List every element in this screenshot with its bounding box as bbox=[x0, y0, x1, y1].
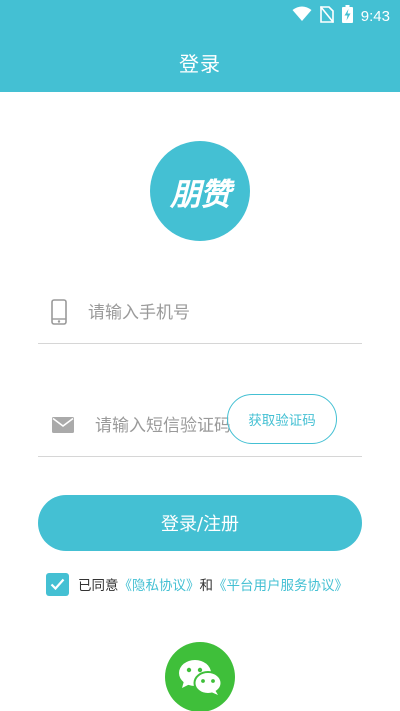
mail-icon bbox=[52, 417, 74, 437]
app-bar: 登录 bbox=[0, 32, 400, 92]
phone-field bbox=[38, 288, 362, 344]
login-register-button[interactable]: 登录/注册 bbox=[38, 495, 362, 551]
no-sim-icon bbox=[319, 5, 334, 27]
service-agreement-link[interactable]: 《平台用户服务协议》 bbox=[213, 574, 348, 594]
privacy-policy-link[interactable]: 《隐私协议》 bbox=[119, 574, 200, 594]
app-logo-text: 朋赞 bbox=[170, 176, 231, 213]
status-time: 9:43 bbox=[360, 7, 390, 25]
get-code-button[interactable]: 获取验证码 bbox=[227, 394, 337, 444]
status-icons: 9:43 bbox=[292, 5, 390, 27]
agreement-row: 已同意 《隐私协议》 和 《平台用户服务协议》 bbox=[46, 571, 348, 597]
phone-icon bbox=[51, 299, 67, 329]
agreement-conjunction: 和 bbox=[199, 578, 214, 594]
checkmark-icon bbox=[50, 578, 65, 590]
wifi-icon bbox=[292, 6, 312, 26]
phone-input[interactable] bbox=[88, 288, 358, 338]
agreement-prefix: 已同意 bbox=[78, 578, 119, 594]
battery-charging-icon bbox=[341, 5, 353, 27]
wechat-login-button[interactable] bbox=[165, 642, 235, 711]
app-logo: 朋赞 bbox=[150, 141, 250, 241]
wechat-icon bbox=[179, 660, 223, 695]
agreement-checkbox[interactable] bbox=[46, 572, 69, 596]
page-title: 登录 bbox=[179, 51, 221, 76]
status-bar: 9:43 bbox=[0, 0, 400, 32]
